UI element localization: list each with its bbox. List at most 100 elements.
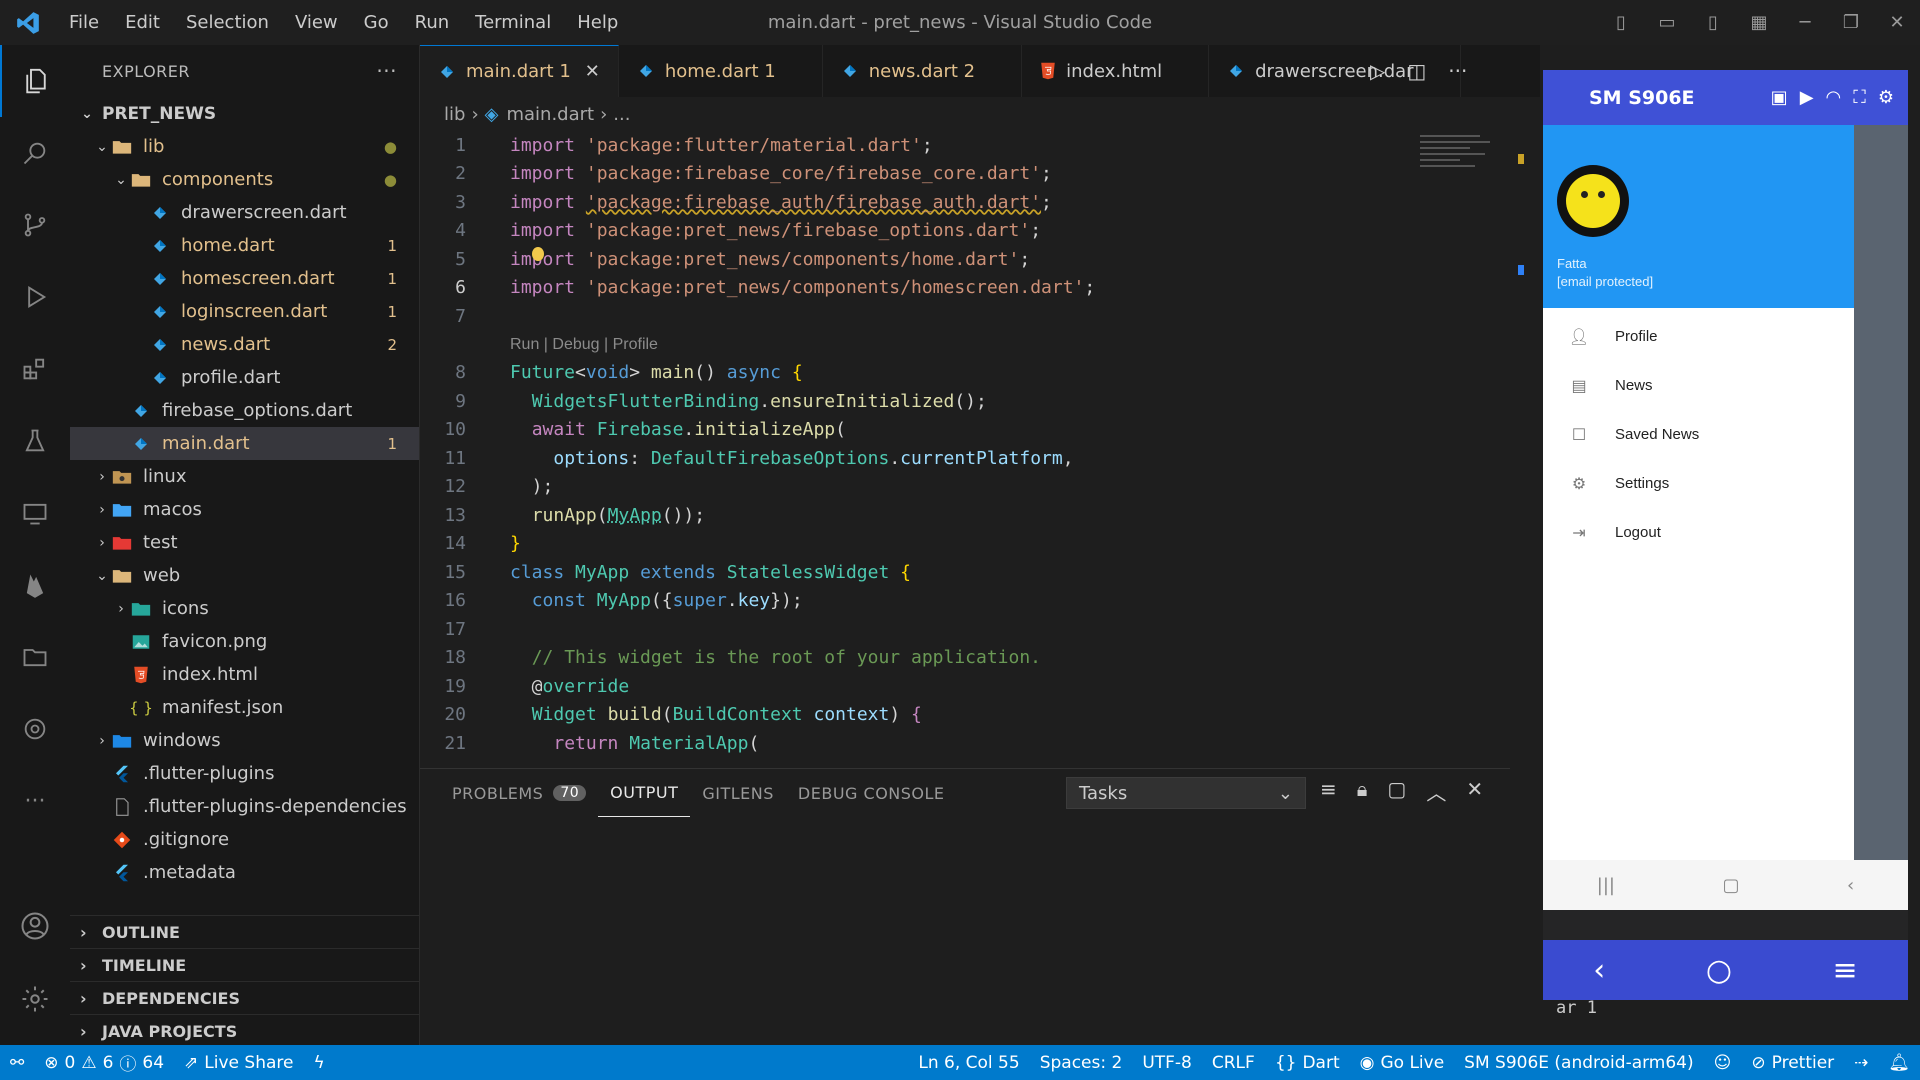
- back-button-icon[interactable]: ‹: [1593, 953, 1605, 988]
- tree-item[interactable]: › windows: [70, 724, 419, 757]
- drawer-item-saved-news[interactable]: ☐ Saved News: [1543, 410, 1854, 459]
- gear-icon[interactable]: ⚙: [1878, 87, 1894, 108]
- fullscreen-icon[interactable]: ⛶: [1853, 87, 1866, 108]
- tree-item[interactable]: › macos: [70, 493, 419, 526]
- maximize-panel-icon[interactable]: ︿: [1426, 777, 1446, 806]
- tree-item[interactable]: ⌄ components ●: [70, 163, 419, 196]
- live-share-button[interactable]: ⇗ Live Share: [174, 1053, 303, 1073]
- panel-tab-output[interactable]: OUTPUT: [598, 769, 691, 817]
- back-icon[interactable]: ‹: [1847, 875, 1854, 896]
- language-mode[interactable]: {} Dart: [1265, 1053, 1350, 1073]
- run-icon[interactable]: ▷: [1370, 59, 1385, 83]
- tree-item[interactable]: firebase_options.dart: [70, 394, 419, 427]
- bell-icon[interactable]: 🔔︎: [1878, 1053, 1920, 1073]
- settings-gear-icon[interactable]: [0, 963, 70, 1035]
- tree-item[interactable]: .gitignore: [70, 823, 419, 856]
- tree-item[interactable]: home.dart 1: [70, 229, 419, 262]
- drawer-item-settings[interactable]: ⚙ Settings: [1543, 459, 1854, 508]
- tree-item[interactable]: { } manifest.json: [70, 691, 419, 724]
- code-line[interactable]: 14}: [420, 530, 1510, 559]
- more-actions-icon[interactable]: ···: [1448, 59, 1467, 83]
- breadcrumb-folder[interactable]: lib: [444, 104, 465, 125]
- home-icon[interactable]: ▢: [1722, 875, 1739, 896]
- breadcrumb-rest[interactable]: ...: [613, 104, 630, 125]
- end-of-line[interactable]: CRLF: [1202, 1053, 1265, 1073]
- tree-item[interactable]: ⌄ web: [70, 559, 419, 592]
- output-channel-select[interactable]: Tasks ⌄: [1066, 777, 1306, 809]
- device-screen[interactable]: Fatta [email protected] 👤︎ Profile ▤ News ☐ S…: [1543, 125, 1908, 860]
- code-line[interactable]: 11 options: DefaultFirebaseOptions.curre…: [420, 444, 1510, 473]
- section-outline[interactable]: › OUTLINE: [70, 915, 419, 948]
- indentation[interactable]: Spaces: 2: [1030, 1053, 1133, 1073]
- toggle-secondary-sidebar-icon[interactable]: ▯: [1690, 12, 1736, 33]
- lightning-icon[interactable]: ϟ: [303, 1053, 334, 1073]
- code-line[interactable]: 19 @override: [420, 672, 1510, 701]
- tree-item[interactable]: › test: [70, 526, 419, 559]
- cursor-position[interactable]: Ln 6, Col 55: [908, 1053, 1029, 1073]
- record-icon[interactable]: ▶: [1800, 87, 1814, 108]
- gitlens-icon[interactable]: [0, 693, 70, 765]
- code-line[interactable]: 12 );: [420, 473, 1510, 502]
- recents-icon[interactable]: |||: [1597, 875, 1615, 896]
- code-line[interactable]: 4 import 'package:pret_news/firebase_opti…: [420, 217, 1510, 246]
- folder-icon[interactable]: [0, 621, 70, 693]
- more-icon[interactable]: ···: [0, 765, 70, 837]
- tree-item[interactable]: › icons: [70, 592, 419, 625]
- lock-scroll-icon[interactable]: 🔒︎: [1357, 777, 1368, 806]
- drawer-item-news[interactable]: ▤ News: [1543, 361, 1854, 410]
- toggle-sidebar-icon[interactable]: ▯: [1598, 12, 1644, 33]
- tree-item[interactable]: index.html: [70, 658, 419, 691]
- screenshot-icon[interactable]: ▣: [1771, 87, 1788, 108]
- prettier-button[interactable]: ⊘ Prettier: [1741, 1053, 1844, 1073]
- lightbulb-icon[interactable]: [532, 247, 544, 261]
- menu-go[interactable]: Go: [351, 0, 402, 45]
- tree-item[interactable]: .flutter-plugins-dependencies: [70, 790, 419, 823]
- open-log-icon[interactable]: ▢: [1387, 777, 1406, 806]
- tree-item[interactable]: news.dart 2: [70, 328, 419, 361]
- menu-help[interactable]: Help: [564, 0, 631, 45]
- menu-run[interactable]: Run: [402, 0, 463, 45]
- remote-explorer-icon[interactable]: [0, 477, 70, 549]
- tree-item[interactable]: profile.dart: [70, 361, 419, 394]
- code-line[interactable]: 20 Widget build(BuildContext context) {: [420, 701, 1510, 730]
- maximize-button[interactable]: ❐: [1828, 12, 1874, 33]
- tree-item[interactable]: .flutter-plugins: [70, 757, 419, 790]
- home-button-icon[interactable]: ○: [1706, 953, 1732, 988]
- flutter-device[interactable]: SM S906E (android-arm64): [1454, 1053, 1703, 1073]
- section-dependencies[interactable]: › DEPENDENCIES: [70, 981, 419, 1014]
- code-line[interactable]: 6 import 'package:pret_news/components/ho…: [420, 274, 1510, 303]
- panel-tab-problems[interactable]: PROBLEMS 70: [440, 769, 598, 817]
- section-timeline[interactable]: › TIMELINE: [70, 948, 419, 981]
- code-line[interactable]: 5 import 'package:pret_news/components/ho…: [420, 245, 1510, 274]
- breadcrumb-file[interactable]: main.dart: [506, 104, 594, 125]
- code-line[interactable]: 9 WidgetsFlutterBinding.ensureInitialize…: [420, 387, 1510, 416]
- tree-item[interactable]: .metadata: [70, 856, 419, 889]
- code-line[interactable]: 21 return MaterialApp(: [420, 729, 1510, 758]
- go-live-button[interactable]: ◉ Go Live: [1350, 1053, 1455, 1073]
- tree-item[interactable]: drawerscreen.dart: [70, 196, 419, 229]
- extensions-icon[interactable]: [0, 333, 70, 405]
- editor-tab[interactable]: main.dart 1 ✕: [420, 45, 619, 97]
- code-line[interactable]: 8 Future<void> main() async {: [420, 359, 1510, 388]
- close-panel-icon[interactable]: ✕: [1466, 777, 1483, 806]
- menu-selection[interactable]: Selection: [173, 0, 282, 45]
- testing-icon[interactable]: [0, 405, 70, 477]
- clear-output-icon[interactable]: ≡: [1320, 777, 1337, 806]
- source-control-icon[interactable]: [0, 189, 70, 261]
- accounts-icon[interactable]: [0, 890, 70, 962]
- menu-edit[interactable]: Edit: [112, 0, 173, 45]
- split-editor-icon[interactable]: ◫: [1407, 59, 1426, 83]
- copilot-icon[interactable]: ☺: [1704, 1053, 1742, 1073]
- code-line[interactable]: 10 await Firebase.initializeApp(: [420, 416, 1510, 445]
- menu-terminal[interactable]: Terminal: [462, 0, 564, 45]
- tree-item[interactable]: › linux: [70, 460, 419, 493]
- project-root[interactable]: ⌄ PRET_NEWS: [70, 97, 419, 130]
- tree-item[interactable]: main.dart 1: [70, 427, 419, 460]
- minimap[interactable]: [1420, 131, 1510, 201]
- code-line[interactable]: 16 const MyApp({super.key});: [420, 587, 1510, 616]
- problems-status[interactable]: ⊗ 0 ⚠ 6 ⓘ 64: [34, 1050, 174, 1076]
- tree-item[interactable]: favicon.png: [70, 625, 419, 658]
- tree-item[interactable]: ⌄ lib ●: [70, 130, 419, 163]
- close-button[interactable]: ✕: [1874, 12, 1920, 33]
- customize-layout-icon[interactable]: ▦: [1736, 12, 1782, 33]
